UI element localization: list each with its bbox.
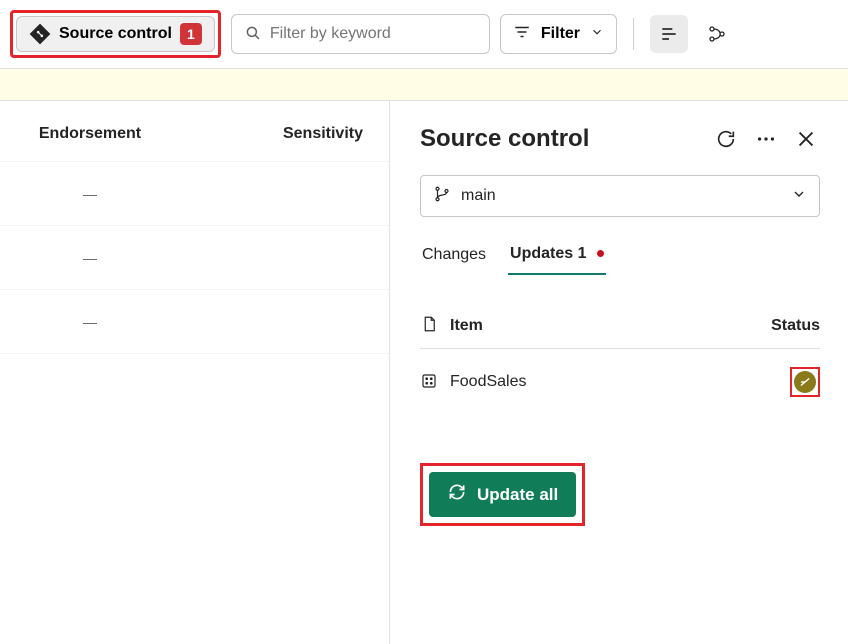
conflict-status-icon xyxy=(794,371,816,393)
lineage-view-button[interactable] xyxy=(698,15,736,53)
endorsement-cell: — xyxy=(0,314,180,330)
branch-selector[interactable]: main xyxy=(420,175,820,217)
items-table: Endorsement Sensitivity — — — xyxy=(0,101,390,644)
source-control-panel: Source control main xyxy=(390,101,848,644)
list-item[interactable]: FoodSales xyxy=(420,349,820,415)
panel-title: Source control xyxy=(420,125,700,153)
source-control-count-badge: 1 xyxy=(180,23,202,45)
search-box[interactable] xyxy=(231,14,490,54)
table-header-row: Endorsement Sensitivity xyxy=(0,101,389,162)
dataset-icon xyxy=(420,372,438,393)
filter-button[interactable]: Filter xyxy=(500,14,617,54)
update-all-label: Update all xyxy=(477,485,558,505)
search-input[interactable] xyxy=(270,25,477,43)
tab-updates[interactable]: Updates 1 xyxy=(508,235,606,275)
list-view-button[interactable] xyxy=(650,15,688,53)
source-control-button-highlight: Source control 1 xyxy=(10,10,221,58)
update-all-button[interactable]: Update all xyxy=(429,472,576,517)
updates-indicator-dot xyxy=(597,250,604,257)
sensitivity-header[interactable]: Sensitivity xyxy=(180,125,369,143)
status-icon-highlight xyxy=(790,367,820,397)
tab-updates-label: Updates 1 xyxy=(510,245,586,262)
search-icon xyxy=(244,24,262,45)
refresh-button[interactable] xyxy=(712,125,740,153)
toolbar-divider xyxy=(633,18,634,50)
endorsement-header[interactable]: Endorsement xyxy=(0,125,180,143)
status-column-header[interactable]: Status xyxy=(771,317,820,335)
panel-tabs: Changes Updates 1 xyxy=(420,235,820,275)
filter-label: Filter xyxy=(541,25,580,43)
tab-changes[interactable]: Changes xyxy=(420,235,488,275)
filter-icon xyxy=(513,23,531,46)
source-control-button[interactable]: Source control 1 xyxy=(16,16,215,52)
source-control-label: Source control xyxy=(59,25,172,43)
table-row[interactable]: — xyxy=(0,162,389,226)
update-all-button-highlight: Update all xyxy=(420,463,585,526)
file-icon xyxy=(420,315,438,336)
endorsement-cell: — xyxy=(0,250,180,266)
close-button[interactable] xyxy=(792,125,820,153)
table-row[interactable]: — xyxy=(0,290,389,354)
chevron-down-icon xyxy=(590,25,604,44)
branch-name: main xyxy=(461,187,781,205)
item-name: FoodSales xyxy=(450,373,778,391)
table-row[interactable]: — xyxy=(0,226,389,290)
more-options-button[interactable] xyxy=(752,125,780,153)
endorsement-cell: — xyxy=(0,186,180,202)
updates-list-header: Item Status xyxy=(420,303,820,349)
branch-icon xyxy=(433,185,451,208)
chevron-down-icon xyxy=(791,186,807,207)
item-column-header[interactable]: Item xyxy=(450,317,759,335)
sync-icon xyxy=(447,482,467,507)
notification-bar xyxy=(0,69,848,101)
git-diamond-icon xyxy=(29,23,51,45)
